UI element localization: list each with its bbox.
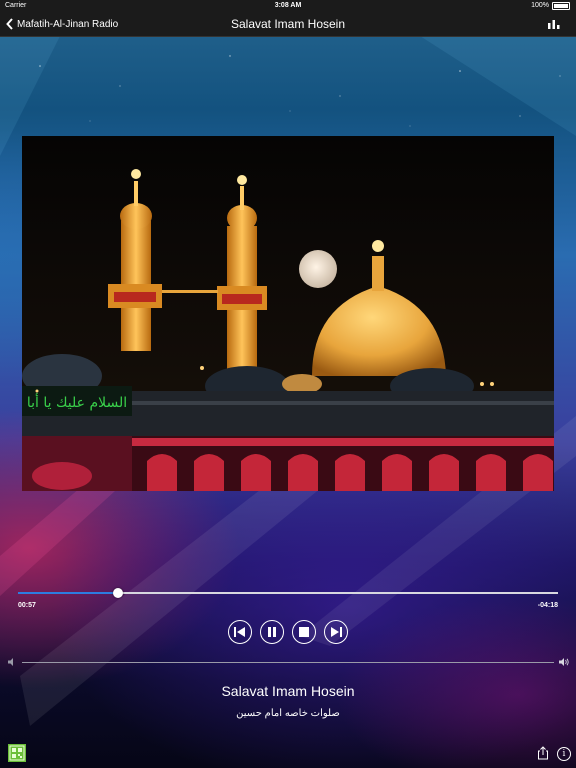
artwork-banner-text: السلام عليك يا أبا — [27, 393, 127, 411]
volume-slider[interactable] — [22, 662, 554, 663]
navigation-bar: Mafatih-Al-Jinan Radio Salavat Imam Hose… — [0, 12, 576, 37]
track-title: Salavat Imam Hosein — [221, 683, 355, 699]
battery-percent: 100% — [531, 2, 549, 9]
qr-icon[interactable] — [8, 744, 26, 762]
pause-icon — [268, 627, 276, 637]
equalizer-icon[interactable] — [548, 19, 560, 29]
track-subtitle: صلوات خاصه امام حسين — [236, 708, 340, 719]
battery-indicator: 100% — [531, 0, 570, 12]
progress-knob[interactable] — [112, 588, 123, 598]
next-icon — [331, 627, 342, 637]
progress-track[interactable] — [18, 592, 558, 594]
pause-button[interactable] — [260, 620, 284, 644]
status-bar: Carrier 3:08 AM 100% — [0, 0, 576, 12]
battery-icon — [552, 2, 570, 10]
progress-fill — [18, 592, 118, 594]
volume-high-icon — [559, 658, 569, 666]
status-time: 3:08 AM — [274, 2, 302, 9]
next-button[interactable] — [324, 620, 348, 644]
page-title: Salavat Imam Hosein — [230, 17, 346, 31]
share-icon[interactable] — [537, 746, 549, 760]
album-artwork: السلام عليك يا أبا — [22, 136, 554, 491]
stop-icon — [299, 627, 309, 637]
previous-button[interactable] — [228, 620, 252, 644]
stop-button[interactable] — [292, 620, 316, 644]
volume-low-icon — [8, 658, 13, 666]
elapsed-time: 00:57 — [18, 602, 36, 609]
remaining-time: -04:18 — [537, 602, 558, 609]
previous-icon — [234, 627, 245, 637]
info-icon[interactable]: i — [557, 747, 571, 761]
shrine-image: السلام عليك يا أبا — [22, 136, 554, 491]
